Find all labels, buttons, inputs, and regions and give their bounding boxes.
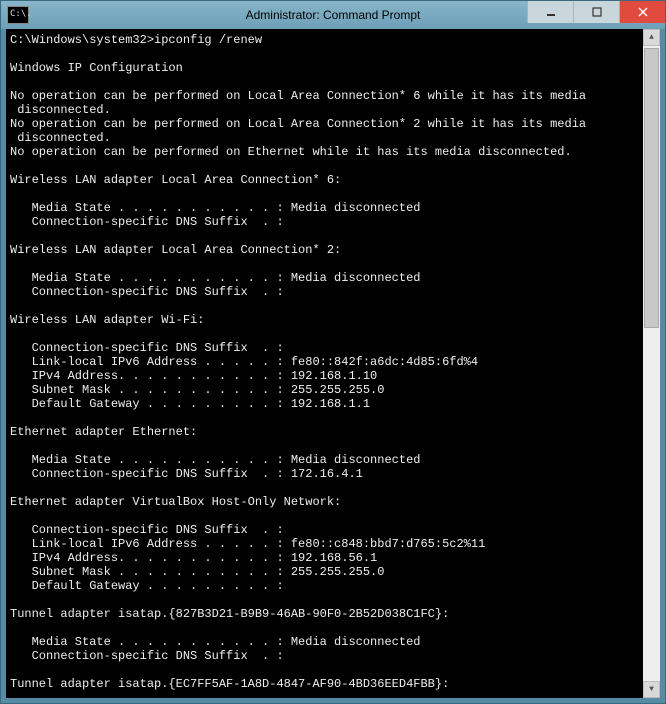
- titlebar[interactable]: C:\. Administrator: Command Prompt: [1, 1, 665, 29]
- terminal-output[interactable]: C:\Windows\system32>ipconfig /renew Wind…: [6, 29, 660, 698]
- window-buttons: [527, 1, 665, 29]
- scroll-track[interactable]: [643, 46, 660, 681]
- close-button[interactable]: [619, 1, 665, 23]
- vertical-scrollbar[interactable]: ▲ ▼: [643, 29, 660, 698]
- terminal-text: C:\Windows\system32>ipconfig /renew Wind…: [10, 33, 586, 698]
- minimize-button[interactable]: [527, 1, 573, 23]
- command-prompt-window: C:\. Administrator: Command Prompt C:\Wi…: [0, 0, 666, 704]
- maximize-button[interactable]: [573, 1, 619, 23]
- scroll-thumb[interactable]: [644, 48, 659, 328]
- scroll-down-button[interactable]: ▼: [643, 681, 660, 698]
- scroll-up-button[interactable]: ▲: [643, 29, 660, 46]
- system-menu-icon[interactable]: C:\.: [7, 6, 29, 24]
